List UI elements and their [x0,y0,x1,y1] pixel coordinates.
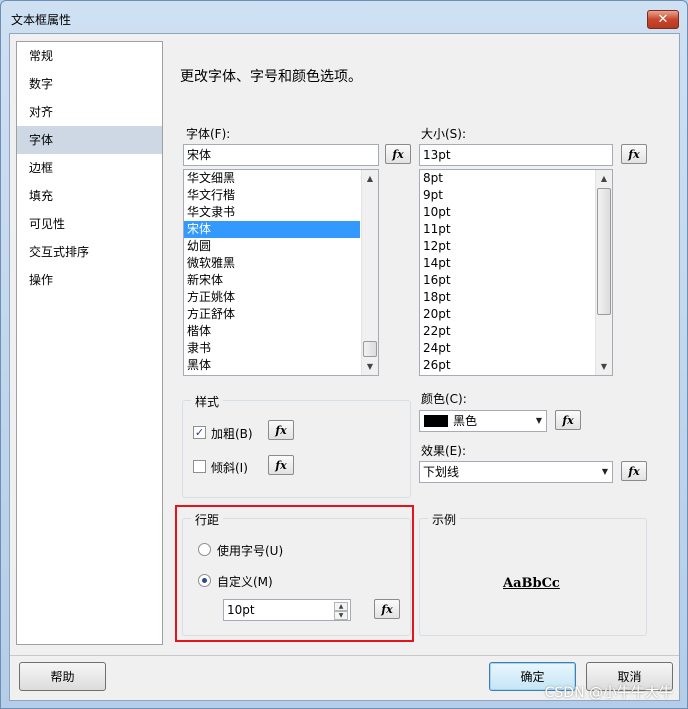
close-button[interactable]: ✕ [647,10,679,29]
list-item[interactable]: 黑体 [184,357,378,374]
list-item[interactable]: 微软雅黑 [184,255,378,272]
effect-fx-button[interactable]: fx [621,461,647,481]
list-item[interactable]: 10pt [420,204,612,221]
list-item[interactable]: 12pt [420,238,612,255]
list-item[interactable]: 11pt [420,221,612,238]
size-list-scrollbar[interactable]: ▲ ▼ [595,170,612,375]
list-item[interactable]: 宋体 [184,221,360,238]
italic-fx-button[interactable]: fx [268,455,294,475]
size-label: 大小(S): [421,127,467,141]
fx-icon: fx [628,147,640,161]
bold-checkbox[interactable]: ✓ [193,426,206,439]
list-item[interactable]: 隶书 [184,340,378,357]
highlight-box [175,505,414,642]
scroll-down-icon[interactable]: ▼ [362,358,378,375]
help-button[interactable]: 帮助 [19,662,106,691]
bold-label: 加粗(B) [211,427,253,441]
style-group: 样式 [182,393,411,498]
italic-checkbox[interactable] [193,460,206,473]
color-label: 颜色(C): [421,392,467,406]
watermark: CSDN @小牛牛大牛 [544,685,673,701]
font-input[interactable]: 宋体 [183,144,379,166]
font-list[interactable]: 华文细黑 华文行楷 华文隶书 宋体 幼圆 微软雅黑 新宋体 方正姚体 方正舒体 … [183,169,379,376]
fx-icon: fx [628,464,640,478]
style-group-title: 样式 [191,393,224,410]
nav-item-border[interactable]: 边框 [17,154,162,182]
nav-item-visibility[interactable]: 可见性 [17,210,162,238]
color-value: 黑色 [453,414,478,428]
category-nav: 常规 数字 对齐 字体 边框 填充 可见性 交互式排序 操作 [16,41,163,645]
footer-divider [10,655,679,656]
scroll-up-icon[interactable]: ▲ [362,170,378,187]
list-item[interactable]: 14pt [420,255,612,272]
sample-group-title: 示例 [428,511,461,528]
nav-item-interactive-sort[interactable]: 交互式排序 [17,238,162,266]
dialog-client: 常规 数字 对齐 字体 边框 填充 可见性 交互式排序 操作 更改字体、字号和颜… [9,33,680,701]
scroll-down-icon[interactable]: ▼ [596,358,612,375]
chevron-down-icon: ▼ [535,416,542,425]
color-fx-button[interactable]: fx [555,410,581,430]
chevron-down-icon: ▼ [601,467,608,476]
list-item[interactable]: 24pt [420,340,612,357]
dialog-window: 文本框属性 ✕ 常规 数字 对齐 字体 边框 填充 可见性 交互式排序 操作 更… [0,0,688,709]
nav-item-general[interactable]: 常规 [17,42,162,70]
list-item[interactable]: 楷体 [184,323,378,340]
nav-item-alignment[interactable]: 对齐 [17,98,162,126]
size-input[interactable]: 13pt [419,144,613,166]
bold-fx-button[interactable]: fx [268,420,294,440]
list-item[interactable]: 华文隶书 [184,204,378,221]
fx-icon: fx [562,413,574,427]
color-select[interactable]: 黑色 ▼ [419,410,547,432]
list-item[interactable]: 16pt [420,272,612,289]
effect-label: 效果(E): [421,444,466,458]
list-item[interactable]: 20pt [420,306,612,323]
size-list[interactable]: 8pt 9pt 10pt 11pt 12pt 14pt 16pt 18pt 20… [419,169,613,376]
title-bar[interactable]: 文本框属性 ✕ [1,1,687,33]
list-item[interactable]: 26pt [420,357,612,374]
close-icon: ✕ [657,12,669,27]
effect-select[interactable]: 下划线 ▼ [419,461,613,483]
size-fx-button[interactable]: fx [621,144,647,164]
list-item[interactable]: 9pt [420,187,612,204]
page-heading: 更改字体、字号和颜色选项。 [180,69,362,85]
effect-value: 下划线 [423,465,460,479]
list-item[interactable]: 华文行楷 [184,187,378,204]
window-title: 文本框属性 [11,13,72,27]
font-list-scrollbar[interactable]: ▲ ▼ [361,170,378,375]
font-label: 字体(F): [186,127,231,141]
scroll-thumb[interactable] [363,341,377,357]
italic-label: 倾斜(I) [211,461,248,475]
list-item[interactable]: 华文细黑 [184,170,378,187]
list-item[interactable]: 18pt [420,289,612,306]
font-fx-button[interactable]: fx [385,144,411,164]
scroll-up-icon[interactable]: ▲ [596,170,612,187]
list-item[interactable]: 新宋体 [184,272,378,289]
color-swatch [424,415,448,427]
list-item[interactable]: 方正姚体 [184,289,378,306]
fx-icon: fx [392,147,404,161]
list-item[interactable]: 22pt [420,323,612,340]
nav-item-number[interactable]: 数字 [17,70,162,98]
list-item[interactable]: 8pt [420,170,612,187]
fx-icon: fx [275,423,287,437]
fx-icon: fx [275,458,287,472]
scroll-thumb[interactable] [597,188,611,315]
list-item[interactable]: 幼圆 [184,238,378,255]
list-item[interactable]: 方正舒体 [184,306,378,323]
sample-preview: AaBbCc [503,576,560,591]
nav-item-fill[interactable]: 填充 [17,182,162,210]
nav-item-font[interactable]: 字体 [17,126,162,154]
nav-item-action[interactable]: 操作 [17,266,162,294]
